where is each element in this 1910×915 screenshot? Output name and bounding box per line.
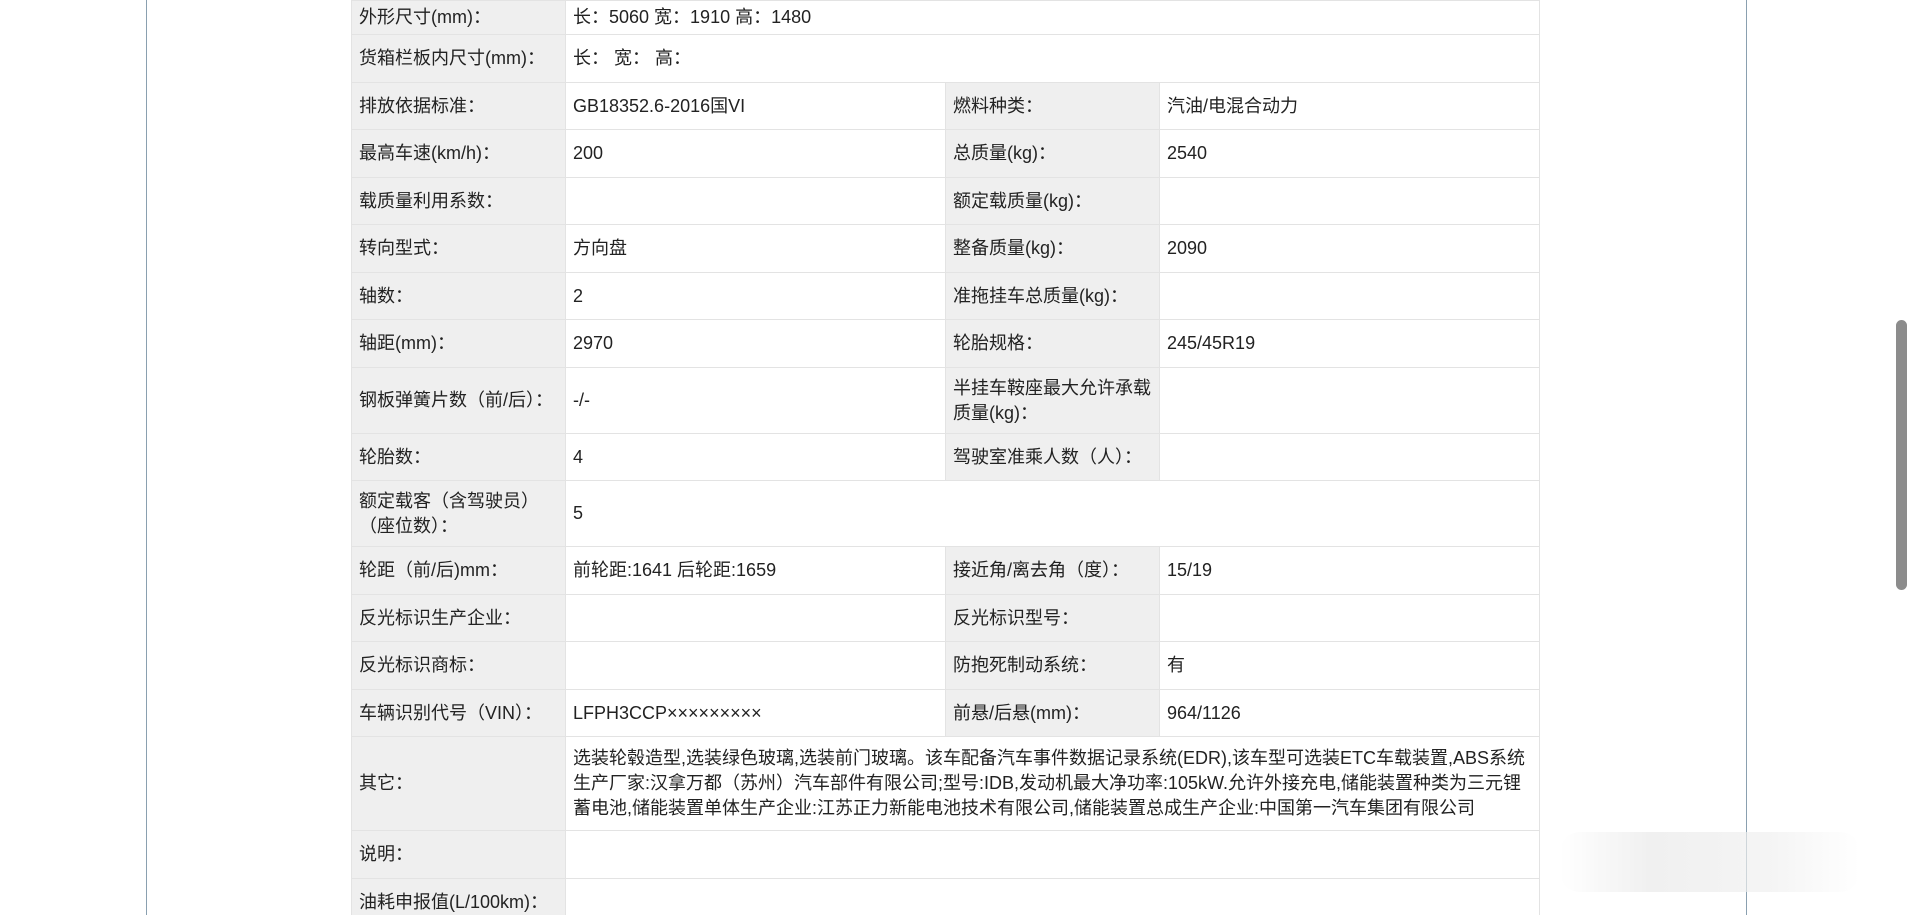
- table-row: 排放依据标准： GB18352.6-2016国VI 燃料种类： 汽油/电混合动力: [351, 82, 1541, 130]
- table-row: 车辆识别代号（VIN）： LFPH3CCP××××××××× 前悬/后悬(mm)…: [351, 689, 1541, 737]
- spec-value: [565, 594, 946, 642]
- spec-value: 245/45R19: [1158, 319, 1541, 368]
- spec-label: 轮距（前/后)mm：: [351, 546, 566, 595]
- spec-value: [564, 878, 1541, 915]
- content-frame-left-border: [146, 0, 147, 915]
- spec-value: [565, 641, 946, 690]
- spec-value: 200: [565, 129, 946, 178]
- spec-value: 汽油/电混合动力: [1158, 82, 1541, 130]
- spec-value: [1158, 433, 1541, 481]
- spec-label: 准拖挂车总质量(kg)：: [945, 272, 1160, 320]
- spec-label: 额定载质量(kg)：: [945, 177, 1160, 225]
- table-row: 其它： 选装轮毂造型,选装绿色玻璃,选装前门玻璃。该车配备汽车事件数据记录系统(…: [351, 736, 1541, 831]
- spec-value: [1158, 594, 1541, 642]
- spec-value: 2: [565, 272, 946, 320]
- spec-label: 轮胎数：: [351, 433, 566, 481]
- spec-label: 货箱栏板内尺寸(mm)：: [351, 34, 566, 83]
- spec-label: 其它：: [351, 736, 566, 831]
- spec-label: 燃料种类：: [945, 82, 1160, 130]
- spec-label: 反光标识型号：: [945, 594, 1160, 642]
- spec-label: 反光标识生产企业：: [351, 594, 566, 642]
- table-row: 轴距(mm)： 2970 轮胎规格： 245/45R19: [351, 319, 1541, 368]
- table-row: 额定载客（含驾驶员）（座位数）： 5: [351, 480, 1541, 547]
- spec-label: 接近角/离去角（度）：: [945, 546, 1160, 595]
- table-row: 反光标识生产企业： 反光标识型号：: [351, 594, 1541, 642]
- spec-label: 油耗申报值(L/100km)：: [351, 878, 566, 915]
- spec-value: 方向盘: [565, 224, 946, 273]
- vehicle-spec-table: 外形尺寸(mm)： 长：5060 宽：1910 高：1480 货箱栏板内尺寸(m…: [351, 0, 1541, 915]
- table-row: 钢板弹簧片数（前/后）： -/- 半挂车鞍座最大允许承载质量(kg)：: [351, 367, 1541, 434]
- scrollbar-thumb[interactable]: [1896, 320, 1907, 590]
- spec-value: 长： 宽： 高：: [564, 34, 1541, 83]
- spec-value: [1158, 272, 1541, 320]
- spec-value: 前轮距:1641 后轮距:1659: [565, 546, 946, 595]
- spec-label: 说明：: [351, 830, 566, 879]
- spec-label: 最高车速(km/h)：: [351, 129, 566, 178]
- spec-label: 轴数：: [351, 272, 566, 320]
- spec-label: 反光标识商标：: [351, 641, 566, 690]
- spec-value: 15/19: [1158, 546, 1541, 595]
- spec-value: [1158, 367, 1541, 434]
- spec-value: 有: [1158, 641, 1541, 690]
- spec-value: [1158, 177, 1541, 225]
- spec-value: 2540: [1158, 129, 1541, 178]
- spec-label: 转向型式：: [351, 224, 566, 273]
- table-row: 反光标识商标： 防抱死制动系统： 有: [351, 641, 1541, 690]
- spec-value: 2970: [565, 319, 946, 368]
- spec-label: 车辆识别代号（VIN）：: [351, 689, 566, 737]
- spec-label: 额定载客（含驾驶员）（座位数）：: [351, 480, 566, 547]
- spec-value: 4: [565, 433, 946, 481]
- table-row: 轮距（前/后)mm： 前轮距:1641 后轮距:1659 接近角/离去角（度）：…: [351, 546, 1541, 595]
- spec-value: -/-: [565, 367, 946, 434]
- spec-label: 排放依据标准：: [351, 82, 566, 130]
- spec-label: 防抱死制动系统：: [945, 641, 1160, 690]
- spec-label: 半挂车鞍座最大允许承载质量(kg)：: [945, 367, 1160, 434]
- spec-value: 2090: [1158, 224, 1541, 273]
- spec-value: [564, 830, 1541, 879]
- spec-label: 外形尺寸(mm)：: [351, 0, 566, 35]
- table-row: 外形尺寸(mm)： 长：5060 宽：1910 高：1480: [351, 0, 1541, 35]
- spec-label: 总质量(kg)：: [945, 129, 1160, 178]
- spec-label: 整备质量(kg)：: [945, 224, 1160, 273]
- table-row: 说明：: [351, 830, 1541, 879]
- table-row: 轴数： 2 准拖挂车总质量(kg)：: [351, 272, 1541, 320]
- table-row: 货箱栏板内尺寸(mm)： 长： 宽： 高：: [351, 34, 1541, 83]
- table-row: 转向型式： 方向盘 整备质量(kg)： 2090: [351, 224, 1541, 273]
- spec-label: 驾驶室准乘人数（人）：: [945, 433, 1160, 481]
- table-row: 轮胎数： 4 驾驶室准乘人数（人）：: [351, 433, 1541, 481]
- spec-value: LFPH3CCP×××××××××: [565, 689, 946, 737]
- spec-value: GB18352.6-2016国VI: [565, 82, 946, 130]
- spec-label: 钢板弹簧片数（前/后）：: [351, 367, 566, 434]
- spec-value: 5: [564, 480, 1541, 547]
- table-row: 最高车速(km/h)： 200 总质量(kg)： 2540: [351, 129, 1541, 178]
- blurred-watermark: [1560, 832, 1860, 892]
- spec-label: 前悬/后悬(mm)：: [945, 689, 1160, 737]
- table-row: 油耗申报值(L/100km)：: [351, 878, 1541, 915]
- content-frame-right-border: [1746, 0, 1747, 915]
- page-viewport: 外形尺寸(mm)： 长：5060 宽：1910 高：1480 货箱栏板内尺寸(m…: [0, 0, 1910, 915]
- vehicle-spec-table-container: 外形尺寸(mm)： 长：5060 宽：1910 高：1480 货箱栏板内尺寸(m…: [351, 0, 1541, 915]
- spec-value: 选装轮毂造型,选装绿色玻璃,选装前门玻璃。该车配备汽车事件数据记录系统(EDR)…: [564, 736, 1541, 831]
- spec-value: [565, 177, 946, 225]
- table-row: 载质量利用系数： 额定载质量(kg)：: [351, 177, 1541, 225]
- spec-label: 轴距(mm)：: [351, 319, 566, 368]
- spec-value: 长：5060 宽：1910 高：1480: [564, 0, 1541, 35]
- spec-label: 载质量利用系数：: [351, 177, 566, 225]
- spec-label: 轮胎规格：: [945, 319, 1160, 368]
- spec-value: 964/1126: [1158, 689, 1541, 737]
